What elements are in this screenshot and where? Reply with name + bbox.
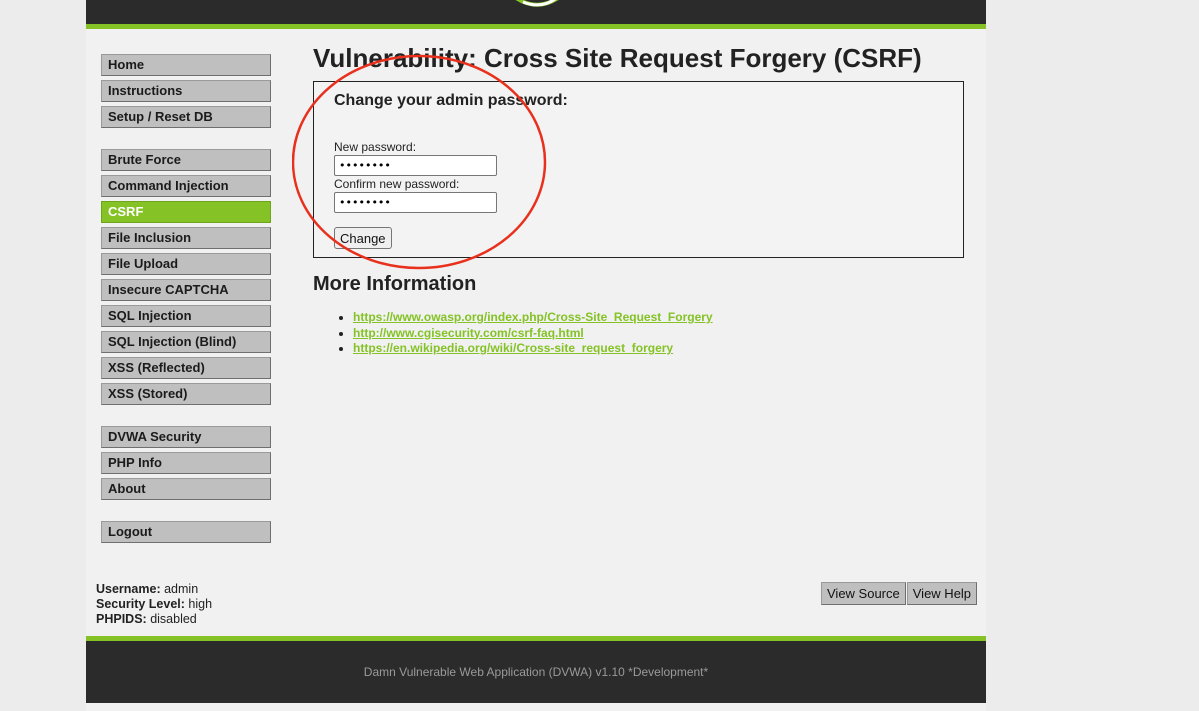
source-help-buttons: View Source View Help [821,582,978,605]
list-item: http://www.cgisecurity.com/csrf-faq.html [353,326,713,342]
menu-divider [101,409,271,426]
username-row: Username: admin [96,582,212,597]
sidebar-item-file-inclusion[interactable]: File Inclusion [101,227,271,249]
view-source-button[interactable]: View Source [821,582,906,605]
header-bar [86,0,986,29]
dvwa-logo-icon [515,0,559,7]
phpids-label: PHPIDS: [96,612,147,626]
cgisecurity-csrf-link[interactable]: http://www.cgisecurity.com/csrf-faq.html [353,326,584,340]
change-button[interactable]: Change [334,227,392,249]
sidebar-item-brute-force[interactable]: Brute Force [101,149,271,171]
security-level-label: Security Level: [96,597,185,611]
csrf-form-box: Change your admin password: New password… [313,81,964,258]
more-information-heading: More Information [313,273,477,295]
page-title: Vulnerability: Cross Site Request Forger… [313,43,922,73]
sidebar-item-about[interactable]: About [101,478,271,500]
sidebar-item-xss-reflected[interactable]: XSS (Reflected) [101,357,271,379]
owasp-csrf-link[interactable]: https://www.owasp.org/index.php/Cross-Si… [353,310,713,324]
list-item: https://www.owasp.org/index.php/Cross-Si… [353,310,713,326]
sidebar-item-csrf[interactable]: CSRF [101,201,271,223]
sidebar-item-sql-injection[interactable]: SQL Injection [101,305,271,327]
footer: Damn Vulnerable Web Application (DVWA) v… [86,636,986,703]
username-label: Username: [96,582,161,596]
phpids-value: disabled [150,612,197,626]
sidebar-item-home[interactable]: Home [101,54,271,76]
sidebar-item-xss-stored[interactable]: XSS (Stored) [101,383,271,405]
form-heading: Change your admin password: [334,92,568,109]
new-password-field[interactable] [334,155,497,176]
sidebar-item-php-info[interactable]: PHP Info [101,452,271,474]
sidebar-item-logout[interactable]: Logout [101,521,271,543]
new-password-label: New password: [334,140,417,154]
main-content: Vulnerability: Cross Site Request Forger… [313,40,973,355]
list-item: https://en.wikipedia.org/wiki/Cross-site… [353,341,713,357]
sidebar-item-command-injection[interactable]: Command Injection [101,175,271,197]
confirm-password-label: Confirm new password: [334,177,460,191]
sidebar-menu: Home Instructions Setup / Reset DB Brute Fo… [101,54,271,547]
footer-text: Damn Vulnerable Web Application (DVWA) v… [363,665,709,679]
sidebar-item-instructions[interactable]: Instructions [101,80,271,102]
sidebar-item-sql-injection-blind[interactable]: SQL Injection (Blind) [101,331,271,353]
page-container: Home Instructions Setup / Reset DB Brute Fo… [86,0,986,711]
menu-divider [101,132,271,149]
menu-divider [101,504,271,521]
security-level-row: Security Level: high [96,597,212,612]
confirm-password-field[interactable] [334,192,497,213]
sidebar-item-insecure-captcha[interactable]: Insecure CAPTCHA [101,279,271,301]
username-value: admin [164,582,199,596]
user-info: Username: admin Security Level: high PHP… [96,582,212,627]
view-help-button[interactable]: View Help [906,582,978,605]
more-information-links: https://www.owasp.org/index.php/Cross-Si… [333,310,713,357]
sidebar-item-setup-reset-db[interactable]: Setup / Reset DB [101,106,271,128]
phpids-row: PHPIDS: disabled [96,612,212,627]
sidebar-item-dvwa-security[interactable]: DVWA Security [101,426,271,448]
wikipedia-csrf-link[interactable]: https://en.wikipedia.org/wiki/Cross-site… [353,341,673,355]
sidebar-item-file-upload[interactable]: File Upload [101,253,271,275]
security-level-value: high [188,597,213,611]
